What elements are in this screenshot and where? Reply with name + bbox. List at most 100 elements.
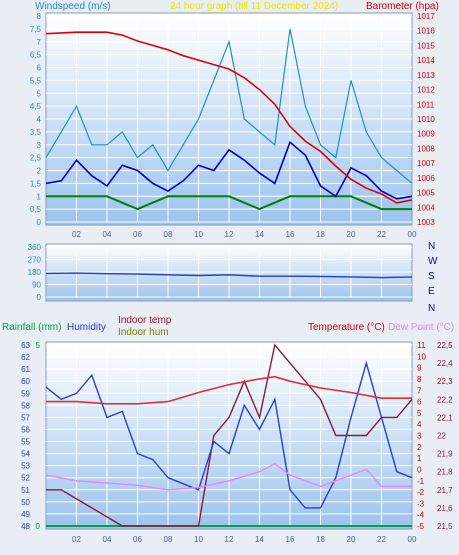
y-tick-label: 1003 (417, 218, 435, 227)
y-tick-label: -2 (417, 488, 425, 497)
y-tick-label: 21,5 (437, 522, 453, 531)
temperature-axis-title: Temperature (°C) (308, 322, 385, 333)
x-tick-label: 18 (316, 230, 325, 239)
y-tick-label: 360 (28, 243, 42, 252)
y-tick-label: 4 (417, 420, 422, 429)
x-tick-label: 16 (286, 535, 295, 544)
x-tick-label: 12 (225, 230, 234, 239)
y-tick-label: -1 (417, 477, 425, 486)
y-tick-label: 3 (37, 141, 42, 150)
y-tick-label: 0 (36, 522, 41, 531)
windspeed-axis-title: Windspeed (m/s) (35, 1, 111, 12)
y-tick-label: 4,5 (30, 102, 42, 111)
y-tick-label: -4 (417, 511, 425, 520)
y-tick-label: 51 (21, 486, 30, 495)
compass-w: W (428, 256, 438, 267)
y-tick-label: 22,4 (437, 359, 453, 368)
y-tick-label: 54 (21, 450, 30, 459)
y-tick-label: 90 (32, 281, 41, 290)
y-tick-label: 53 (21, 462, 30, 471)
weather-charts: Windspeed (m/s) 24 hour graph (till 11 D… (2, 1, 454, 544)
y-tick-label: 60 (21, 377, 30, 386)
y-tick-label: 52 (21, 474, 30, 483)
y-tick-label: 1008 (417, 144, 435, 153)
compass-e: E (428, 286, 435, 297)
y-tick-label: 1007 (417, 159, 435, 168)
y-tick-label: 11 (417, 341, 426, 350)
x-tick-label: 08 (164, 535, 173, 544)
y-tick-label: 21,9 (437, 450, 453, 459)
y-tick-label: 0 (37, 293, 42, 302)
x-tick-label: 10 (194, 230, 203, 239)
y-tick-label: -3 (417, 499, 425, 508)
y-tick-label: -5 (417, 522, 425, 531)
x-tick-label: 04 (103, 230, 112, 239)
y-tick-label: 57 (21, 413, 30, 422)
y-tick-label: 8 (417, 375, 422, 384)
y-tick-label: 21,8 (437, 468, 453, 477)
y-tick-label: 1 (37, 192, 42, 201)
x-tick-label: 06 (133, 535, 142, 544)
y-tick-label: 1012 (417, 86, 435, 95)
indoor-temp-legend: Indoor temp (118, 315, 172, 326)
y-tick-label: 55 (21, 438, 30, 447)
y-tick-label: 22,5 (437, 341, 453, 350)
y-tick-label: 3,5 (30, 128, 42, 137)
y-tick-label: 61 (21, 365, 30, 374)
y-tick-label: 7 (417, 386, 422, 395)
y-tick-label: 6 (417, 398, 422, 407)
x-tick-label: 00 (408, 535, 417, 544)
rainfall-axis-title: Rainfall (mm) (2, 322, 61, 333)
compass-n-bottom: N (428, 303, 435, 314)
y-tick-label: 270 (28, 256, 42, 265)
x-tick-label: 18 (316, 535, 325, 544)
y-tick-label: 1 (417, 454, 422, 463)
y-tick-label: 48 (21, 522, 30, 531)
y-tick-label: 49 (21, 510, 30, 519)
y-tick-label: 2 (417, 443, 422, 452)
y-tick-label: 50 (21, 498, 30, 507)
x-tick-label: 04 (103, 535, 112, 544)
y-tick-label: 1010 (417, 115, 435, 124)
y-tick-label: 5 (37, 89, 42, 98)
x-tick-label: 06 (133, 230, 142, 239)
y-tick-label: 9 (417, 364, 422, 373)
dewpoint-axis-title: Dew Point (°C) (388, 322, 454, 333)
x-tick-label: 20 (347, 535, 356, 544)
chart-title: 24 hour graph (till 11 December 2024) (170, 1, 338, 12)
y-tick-label: 5 (417, 409, 422, 418)
x-tick-label: 14 (255, 535, 264, 544)
humidity-axis-title: Humidity (67, 322, 106, 333)
y-tick-label: 5 (36, 341, 41, 350)
x-tick-label: 10 (194, 535, 203, 544)
x-tick-label: 16 (286, 230, 295, 239)
x-tick-label: 00 (408, 230, 417, 239)
y-tick-label: 22,1 (437, 413, 453, 422)
y-tick-label: 22,3 (437, 377, 453, 386)
y-tick-label: 22 (437, 432, 446, 441)
y-tick-label: 58 (21, 401, 30, 410)
x-tick-label: 14 (255, 230, 264, 239)
y-tick-label: 6,5 (30, 51, 42, 60)
y-tick-label: 1016 (417, 27, 435, 36)
y-tick-label: 0,5 (30, 205, 42, 214)
y-tick-label: 1011 (417, 100, 435, 109)
y-tick-label: 1014 (417, 56, 435, 65)
y-tick-label: 0 (37, 218, 42, 227)
x-tick-label: 12 (225, 535, 234, 544)
y-tick-label: 1017 (417, 12, 435, 21)
y-tick-label: 8 (37, 12, 42, 21)
y-tick-label: 56 (21, 425, 30, 434)
barometer-axis-title: Barometer (hpa) (366, 1, 439, 12)
y-tick-label: 21,6 (437, 504, 453, 513)
y-tick-label: 59 (21, 389, 30, 398)
y-tick-label: 1,5 (30, 179, 42, 188)
y-tick-label: 22,2 (437, 395, 453, 404)
x-tick-label: 20 (347, 230, 356, 239)
y-tick-label: 180 (28, 268, 42, 277)
y-tick-label: 1005 (417, 189, 435, 198)
y-tick-label: 2,5 (30, 154, 42, 163)
y-tick-label: 0 (417, 465, 422, 474)
y-tick-label: 7 (37, 38, 42, 47)
compass-s: S (428, 271, 435, 282)
